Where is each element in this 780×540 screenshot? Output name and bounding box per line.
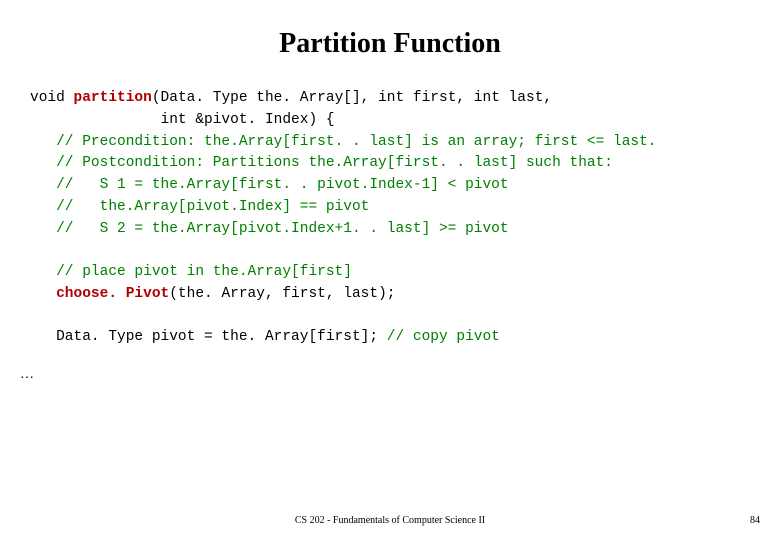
footer-course: CS 202 - Fundamentals of Computer Scienc… (0, 515, 780, 526)
comment-s2: // S 2 = the.Array[pivot.Index+1. . last… (30, 221, 509, 237)
comment-place-pivot: // place pivot in the.Array[first] (30, 264, 352, 280)
comment-pivot-eq: // the.Array[pivot.Index] == pivot (30, 199, 369, 215)
page-title: Partition Function (20, 28, 760, 60)
slide: Partition Function void partition(Data. … (0, 0, 780, 540)
signature-line-1: (Data. Type the. Array[], int first, int… (152, 90, 552, 106)
function-name: partition (74, 90, 152, 106)
keyword-void: void (30, 90, 74, 106)
function-call-choose-pivot: choose. Pivot (30, 286, 169, 302)
ellipsis: … (20, 367, 760, 383)
comment-precondition: // Precondition: the.Array[first. . last… (30, 134, 657, 150)
copy-pivot-stmt: Data. Type pivot = the. Array[first]; (30, 329, 387, 345)
page-number: 84 (750, 515, 760, 526)
comment-postcondition: // Postcondition: Partitions the.Array[f… (30, 155, 613, 171)
function-call-args: (the. Array, first, last); (169, 286, 395, 302)
code-block: void partition(Data. Type the. Array[], … (30, 88, 760, 349)
signature-line-2: int &pivot. Index) { (30, 112, 335, 128)
comment-s1: // S 1 = the.Array[first. . pivot.Index-… (30, 177, 509, 193)
comment-copy-pivot: // copy pivot (387, 329, 500, 345)
